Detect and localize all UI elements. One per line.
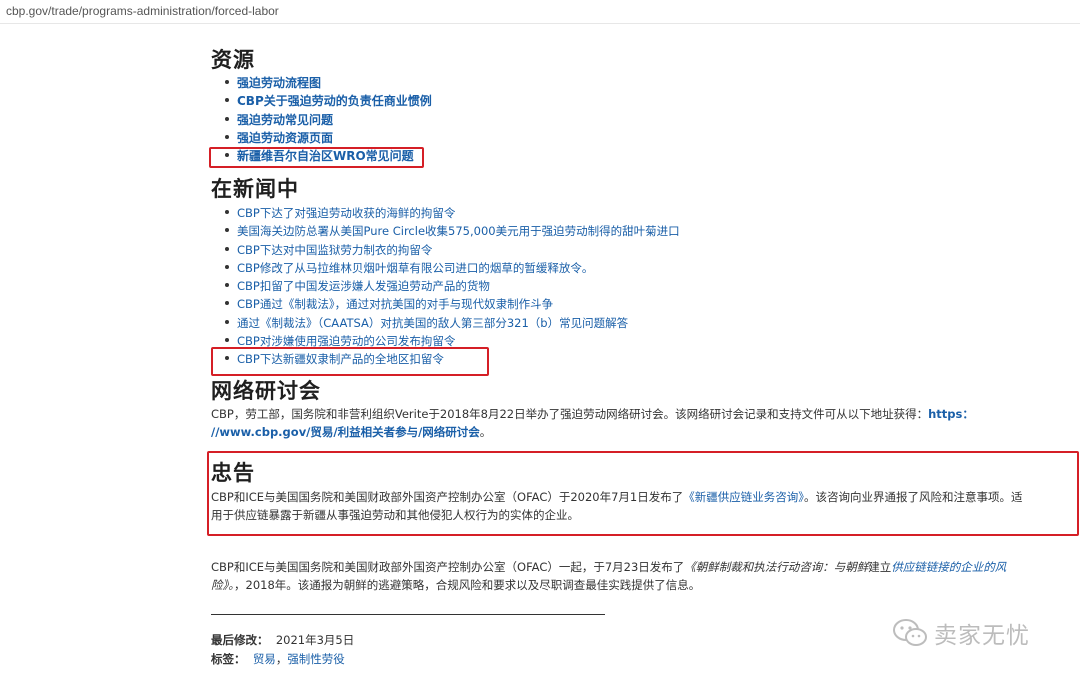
webinar-link-part2[interactable]: //www.cbp.gov/贸易/利益相关者参与/网络研讨会	[211, 425, 480, 439]
webinar-heading: 网络研讨会	[211, 379, 321, 403]
tags: 标签： 贸易，强制性劳役	[211, 651, 345, 667]
watermark: 卖家无忧	[892, 616, 1030, 650]
last-modified-value: 2021年3月5日	[275, 633, 355, 647]
news-link[interactable]: CBP对涉嫌使用强迫劳动的公司发布拘留令	[237, 334, 455, 348]
list-item: CBP关于强迫劳动的负责任商业惯例	[224, 91, 432, 109]
list-item: CBP下达对中国监狱劳力制衣的拘留令	[224, 240, 680, 258]
address-bar-url[interactable]: cbp.gov/trade/programs-administration/fo…	[6, 4, 279, 18]
list-item: 强迫劳动资源页面	[224, 128, 432, 146]
news-link[interactable]: CBP下达对中国监狱劳力制衣的拘留令	[237, 243, 432, 257]
highlight-box-xinjiang-order	[211, 347, 489, 376]
resources-heading: 资源	[211, 48, 255, 72]
news-link[interactable]: CBP下达了对强迫劳动收获的海鲜的拘留令	[237, 206, 455, 220]
resource-link[interactable]: 强迫劳动常见问题	[237, 113, 333, 127]
advisory-p2-rest: ，2018年。该通报为朝鲜的逃避策略，合规风险和要求以及尽职调查最佳实践提供了信…	[234, 578, 701, 592]
highlight-box-xinjiang-faq	[209, 147, 424, 168]
watermark-text: 卖家无忧	[934, 623, 1030, 649]
webinar-tail: 。	[479, 425, 492, 439]
last-modified: 最后修改： 2021年3月5日	[211, 632, 354, 648]
resource-link[interactable]: 强迫劳动资源页面	[237, 131, 333, 145]
address-bar-divider	[0, 23, 1080, 24]
news-link[interactable]: 通过《制裁法》（CAATSA）对抗美国的敌人第三部分321（b）常见问题解答	[237, 316, 628, 330]
north-korea-advisory-title: 《朝鲜制裁和执法行动咨询：与朝鲜	[684, 560, 869, 574]
tag-separator: ，	[275, 652, 288, 666]
news-link[interactable]: CBP扣留了中国发运涉嫌人发强迫劳动产品的货物	[237, 279, 490, 293]
content-divider	[211, 614, 605, 615]
resource-link[interactable]: CBP关于强迫劳动的负责任商业惯例	[237, 94, 432, 108]
list-item: CBP扣留了中国发运涉嫌人发强迫劳动产品的货物	[224, 276, 680, 294]
list-item: 强迫劳动常见问题	[224, 110, 432, 128]
webinar-paragraph: CBP，劳工部，国务院和非营利组织Verite于2018年8月22日举办了强迫劳…	[211, 405, 1031, 441]
news-list: CBP下达了对强迫劳动收获的海鲜的拘留令 美国海关边防总署从美国Pure Cir…	[224, 203, 680, 368]
list-item: CBP通过《制裁法》，通过对抗美国的对手与现代奴隶制作斗争	[224, 294, 680, 312]
xinjiang-advisory-link[interactable]: 《新疆供应链业务咨询》	[683, 490, 804, 504]
news-heading: 在新闻中	[211, 177, 299, 201]
advisory-p1-text: CBP和ICE与美国国务院和美国财政部外国资产控制办公室（OFAC）于2020年…	[211, 490, 684, 504]
list-item: CBP下达了对强迫劳动收获的海鲜的拘留令	[224, 203, 680, 221]
wechat-icon	[893, 619, 927, 646]
tags-label: 标签：	[211, 652, 246, 666]
advisory-p2-mid: 建立	[868, 560, 892, 574]
tag-link-forced-labor[interactable]: 强制性劳役	[287, 652, 345, 666]
resource-link[interactable]: 强迫劳动流程图	[237, 76, 321, 90]
advisory-p2-text: CBP和ICE与美国国务院和美国财政部外国资产控制办公室（OFAC）一起，于7月…	[211, 560, 685, 574]
last-modified-label: 最后修改：	[211, 633, 269, 647]
advisory-p1-mid: 。该咨询向业界通报了风险和注意事项。适	[804, 490, 1023, 504]
news-link[interactable]: 美国海关边防总署从美国Pure Circle收集575,000美元用于强迫劳动制…	[237, 224, 680, 238]
advisory-heading: 忠告	[211, 461, 255, 485]
list-item: CBP修改了从马拉维林贝烟叶烟草有限公司进口的烟草的暂缓释放令。	[224, 258, 680, 276]
news-link[interactable]: CBP修改了从马拉维林贝烟叶烟草有限公司进口的烟草的暂缓释放令。	[237, 261, 593, 275]
supply-chain-link[interactable]: 供应链链接的企业的风	[891, 560, 1006, 574]
advisory-paragraph-2: CBP和ICE与美国国务院和美国财政部外国资产控制办公室（OFAC）一起，于7月…	[211, 558, 1031, 594]
webinar-link-part1[interactable]: https：	[928, 407, 974, 421]
tag-link-trade[interactable]: 贸易	[253, 652, 276, 666]
advisory-p1-line2: 用于供应链暴露于新疆从事强迫劳动和其他侵犯人权行为的实体的企业。	[211, 508, 579, 522]
list-item: 美国海关边防总署从美国Pure Circle收集575,000美元用于强迫劳动制…	[224, 221, 680, 239]
list-item: 强迫劳动流程图	[224, 73, 432, 91]
webinar-text: CBP，劳工部，国务院和非营利组织Verite于2018年8月22日举办了强迫劳…	[211, 407, 929, 421]
list-item: 通过《制裁法》（CAATSA）对抗美国的敌人第三部分321（b）常见问题解答	[224, 313, 680, 331]
advisory-paragraph-1: CBP和ICE与美国国务院和美国财政部外国资产控制办公室（OFAC）于2020年…	[211, 488, 1059, 524]
advisory-p2-title-end: 险》。	[211, 578, 234, 592]
news-link[interactable]: CBP通过《制裁法》，通过对抗美国的对手与现代奴隶制作斗争	[237, 297, 553, 311]
